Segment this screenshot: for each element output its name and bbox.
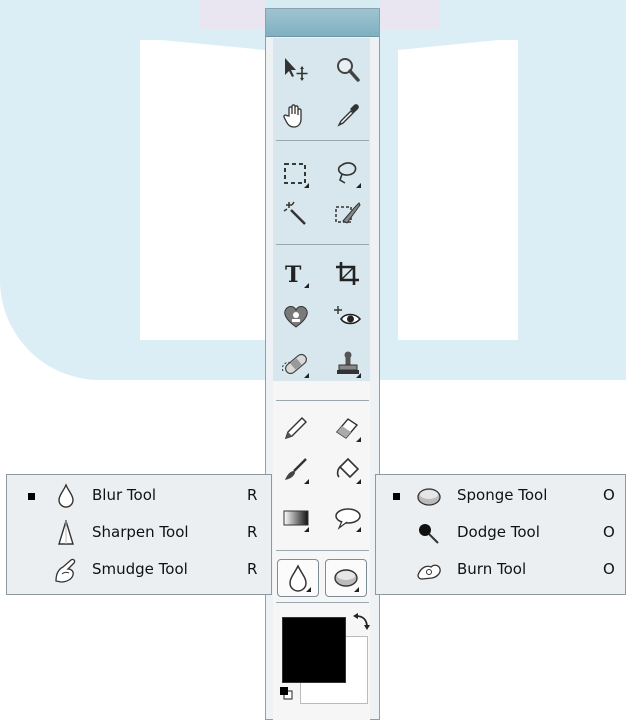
- gradient-tool[interactable]: [277, 500, 315, 536]
- burn-hand-icon: [416, 557, 442, 583]
- shortcut-key: O: [603, 523, 615, 541]
- watermark-top-tab: [380, 0, 440, 30]
- bucket-icon: [336, 457, 361, 484]
- pencil-tool[interactable]: [277, 410, 315, 446]
- watermark-page-shape: [140, 40, 265, 340]
- eraser-tool[interactable]: [329, 410, 367, 446]
- shortcut-key: O: [603, 560, 615, 578]
- lasso-tool[interactable]: [329, 156, 367, 192]
- foreground-color-swatch[interactable]: [282, 617, 346, 683]
- droplet-icon: [289, 564, 311, 592]
- clone-stamp-tool[interactable]: [329, 346, 367, 382]
- blur-tools-flyout: Blur Tool R Sharpen Tool R Smudge Tool R: [6, 474, 272, 595]
- swap-colors-icon[interactable]: [351, 612, 371, 632]
- finger-icon: [53, 557, 79, 583]
- stamp-icon: [337, 351, 361, 378]
- quick-selection-icon: [335, 202, 361, 224]
- sponge-tool[interactable]: [325, 559, 367, 597]
- tool-separator: [276, 602, 369, 603]
- shortcut-key: R: [247, 486, 258, 504]
- flyout-item-label: Smudge Tool: [92, 560, 188, 578]
- flyout-item-dodge[interactable]: Dodge Tool O: [376, 515, 625, 552]
- sharpen-cone-icon: [53, 520, 79, 546]
- flyout-item-sharpen[interactable]: Sharpen Tool R: [7, 515, 271, 552]
- shortcut-key: R: [247, 523, 258, 541]
- quick-selection-tool[interactable]: [329, 196, 367, 232]
- hand-tool[interactable]: [277, 97, 315, 133]
- toning-tools-flyout: Sponge Tool O Dodge Tool O Burn Tool O: [375, 474, 626, 595]
- flyout-item-label: Burn Tool: [457, 560, 527, 578]
- tool-separator: [276, 140, 369, 141]
- shortcut-key: O: [603, 486, 615, 504]
- dashed-rectangle-icon: [284, 163, 309, 188]
- gradient-icon: [283, 510, 309, 532]
- speech-bubble-icon: [335, 508, 361, 532]
- watermark-top-tab: [200, 0, 265, 30]
- svg-text:T: T: [285, 262, 302, 288]
- magnifier-icon: [337, 58, 360, 82]
- red-eye-tool[interactable]: [329, 298, 367, 334]
- flyout-item-label: Sponge Tool: [457, 486, 548, 504]
- selected-indicator: [393, 493, 400, 500]
- flyout-item-blur[interactable]: Blur Tool R: [7, 478, 271, 515]
- sponge-icon: [416, 483, 442, 509]
- magic-wand-tool[interactable]: [277, 196, 315, 232]
- heart-healing-icon: [284, 306, 308, 328]
- paint-bucket-tool[interactable]: [329, 452, 367, 488]
- type-t-icon: T: [285, 262, 309, 288]
- tool-separator: [276, 244, 369, 245]
- crop-icon: [336, 262, 359, 285]
- move-arrow-icon: [285, 58, 308, 81]
- healing-tool[interactable]: [277, 298, 315, 334]
- tool-separator: [276, 550, 369, 551]
- flyout-item-label: Sharpen Tool: [92, 523, 189, 541]
- eyedropper-icon: [337, 104, 359, 127]
- brush-tool[interactable]: [277, 452, 315, 488]
- move-tool[interactable]: [277, 52, 315, 88]
- flyout-item-label: Blur Tool: [92, 486, 157, 504]
- magic-wand-icon: [283, 201, 306, 225]
- tool-separator: [276, 400, 369, 401]
- bandage-icon: [281, 353, 309, 378]
- flyout-item-burn[interactable]: Burn Tool O: [376, 552, 625, 589]
- marquee-tool[interactable]: [277, 156, 315, 192]
- flyout-item-smudge[interactable]: Smudge Tool R: [7, 552, 271, 589]
- red-eye-icon: [334, 306, 362, 325]
- pencil-icon: [284, 417, 307, 440]
- flyout-item-label: Dodge Tool: [457, 523, 540, 541]
- crop-tool[interactable]: [329, 256, 367, 292]
- default-colors-icon[interactable]: [279, 686, 293, 700]
- flyout-item-sponge[interactable]: Sponge Tool O: [376, 478, 625, 515]
- shortcut-key: R: [247, 560, 258, 578]
- toolbox-header[interactable]: [266, 9, 379, 37]
- spot-healing-tool[interactable]: [277, 346, 315, 382]
- sponge-icon: [334, 569, 359, 592]
- shape-tool[interactable]: [329, 500, 367, 536]
- brush-icon: [285, 458, 309, 484]
- zoom-tool[interactable]: [329, 52, 367, 88]
- dodge-icon: [416, 520, 442, 546]
- eraser-icon: [335, 418, 361, 442]
- type-tool[interactable]: T: [277, 256, 315, 292]
- selected-indicator: [28, 493, 35, 500]
- lasso-icon: [337, 162, 361, 188]
- watermark-page-shape: [398, 40, 518, 340]
- droplet-icon: [53, 483, 79, 509]
- eyedropper-tool[interactable]: [329, 97, 367, 133]
- blur-tool[interactable]: [277, 559, 319, 597]
- hand-icon: [283, 104, 302, 128]
